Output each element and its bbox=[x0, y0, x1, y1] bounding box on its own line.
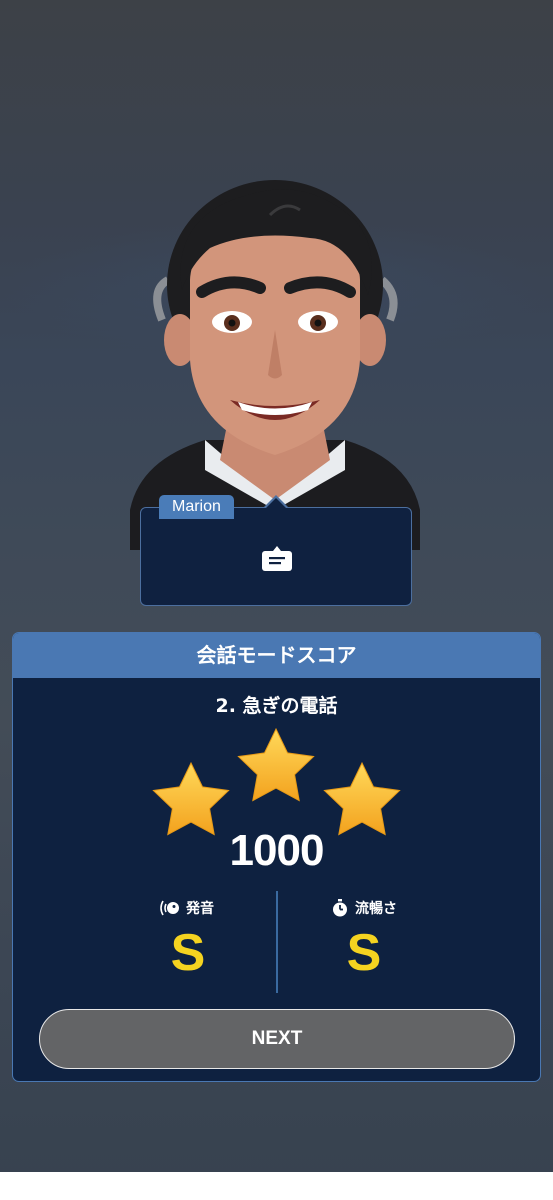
speaker-name-tag: Marion bbox=[159, 495, 234, 519]
next-button[interactable]: NEXT bbox=[39, 1009, 515, 1069]
stopwatch-icon bbox=[333, 899, 347, 917]
show-text-icon[interactable] bbox=[261, 545, 293, 573]
score-card: 会話モードスコア 2. 急ぎの電話 1000 発音 S 流暢さ S NEXT bbox=[12, 632, 541, 1082]
pronunciation-grade: S bbox=[170, 924, 206, 982]
caption-pointer-inner bbox=[265, 498, 287, 509]
bottom-safe-area bbox=[0, 1172, 553, 1200]
star-icon bbox=[152, 761, 230, 836]
pronunciation-icon bbox=[160, 900, 179, 916]
pronunciation-text: 発音 bbox=[186, 901, 214, 917]
fluency-label: 流暢さ bbox=[331, 898, 397, 918]
star-icon bbox=[237, 727, 315, 802]
fluency-text: 流暢さ bbox=[355, 901, 397, 917]
fluency-grade: S bbox=[346, 924, 382, 982]
pronunciation-label: 発音 bbox=[158, 898, 214, 918]
star-icon bbox=[323, 761, 401, 836]
total-score: 1000 bbox=[229, 826, 325, 875]
avatar bbox=[130, 180, 420, 550]
metric-divider bbox=[276, 891, 278, 993]
